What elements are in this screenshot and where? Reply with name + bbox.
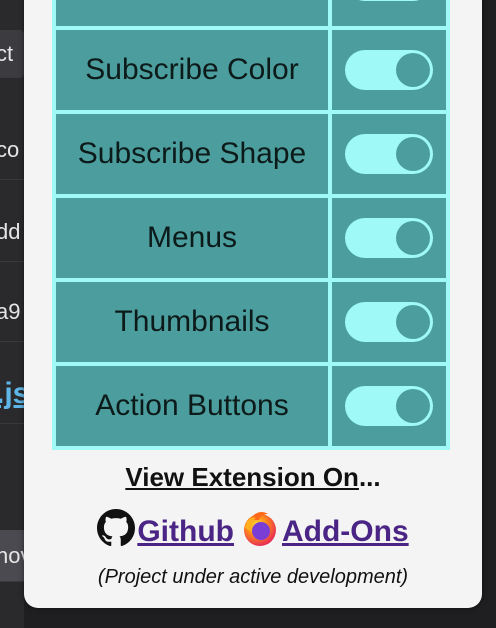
addons-link[interactable]: Add-Ons — [240, 508, 409, 556]
settings-toggle-cell — [332, 0, 446, 26]
toggle-knob — [396, 53, 430, 87]
settings-row — [56, 0, 446, 28]
settings-toggle-cell — [332, 366, 446, 446]
settings-toggle-cell — [332, 30, 446, 110]
background-button[interactable]: nov — [0, 530, 24, 582]
settings-row-label: Menus — [56, 198, 328, 278]
extension-popup: Subscribe Color Subscribe Shape Menus Th… — [24, 0, 482, 608]
view-extension-heading: View Extension On... — [24, 462, 482, 493]
github-icon — [97, 509, 136, 555]
background-app-strip: ct co dd a9 .js nov — [0, 0, 24, 628]
settings-row-thumbnails: Thumbnails — [56, 280, 446, 364]
background-text: dd — [0, 202, 24, 262]
menus-toggle[interactable] — [345, 218, 433, 258]
thumbnails-toggle[interactable] — [345, 302, 433, 342]
settings-toggle-cell — [332, 114, 446, 194]
settings-row-action-buttons: Action Buttons — [56, 364, 446, 448]
subscribe-shape-toggle[interactable] — [345, 134, 433, 174]
github-link[interactable]: Github — [97, 509, 234, 555]
toggle-knob — [396, 389, 430, 423]
toggle-switch[interactable] — [345, 0, 433, 1]
addons-link-label: Add-Ons — [281, 515, 409, 548]
settings-row-subscribe-color: Subscribe Color — [56, 28, 446, 112]
background-tab[interactable]: ct — [0, 30, 24, 78]
firefox-icon — [240, 508, 280, 556]
background-text: a9 — [0, 282, 24, 342]
view-extension-heading-text: View Extension On — [125, 462, 359, 492]
settings-grid: Subscribe Color Subscribe Shape Menus Th… — [52, 0, 450, 450]
settings-row-label: Action Buttons — [56, 366, 328, 446]
background-link[interactable]: .js — [0, 364, 24, 424]
view-extension-heading-ellipsis: ... — [358, 462, 381, 492]
settings-row-subscribe-shape: Subscribe Shape — [56, 112, 446, 196]
settings-row-menus: Menus — [56, 196, 446, 280]
settings-toggle-cell — [332, 198, 446, 278]
subscribe-color-toggle[interactable] — [345, 50, 433, 90]
toggle-knob — [396, 305, 430, 339]
settings-row-label: Subscribe Color — [56, 30, 328, 110]
toggle-knob — [396, 137, 430, 171]
settings-row-label — [56, 0, 328, 26]
action-buttons-toggle[interactable] — [345, 386, 433, 426]
development-note: (Project under active development) — [97, 566, 409, 588]
github-link-label: Github — [137, 515, 234, 548]
settings-row-label: Subscribe Shape — [56, 114, 328, 194]
settings-row-label: Thumbnails — [56, 282, 328, 362]
toggle-knob — [396, 221, 430, 255]
settings-toggle-cell — [332, 282, 446, 362]
background-text: co — [0, 120, 24, 180]
store-links: Github Add-Ons — [24, 508, 482, 556]
